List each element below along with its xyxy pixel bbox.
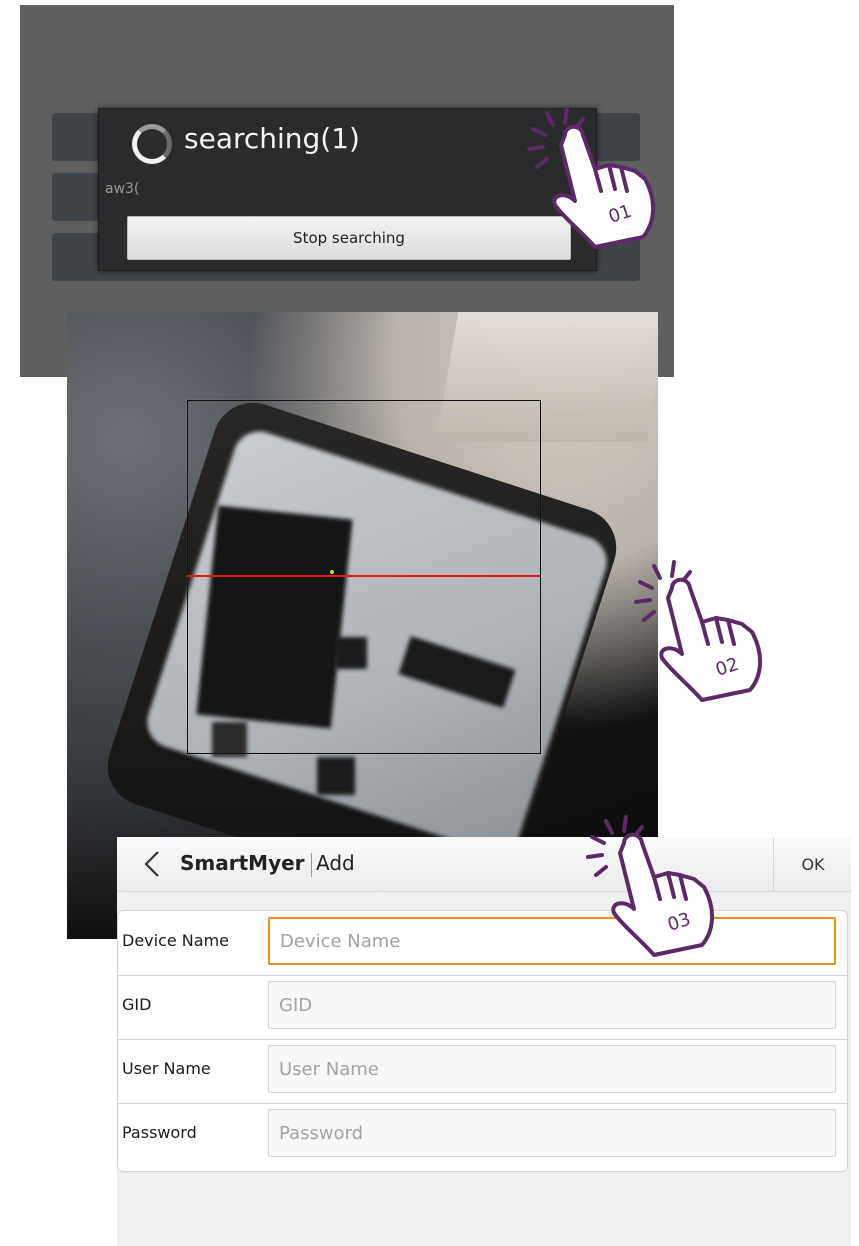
form-row-password: Password <box>118 1103 847 1167</box>
device-name-label: Device Name <box>122 931 230 950</box>
scan-line <box>187 575 540 577</box>
found-device-text: aw3( <box>105 181 140 197</box>
dialog-title: searching(1) <box>184 122 360 155</box>
device-name-input[interactable] <box>268 917 836 965</box>
qr-code-fragment <box>317 757 355 795</box>
device-form: Device Name GID User Name Password <box>117 910 848 1172</box>
add-device-screen: SmartMyer Add OK Device Name GID User Na… <box>117 837 851 1246</box>
focus-point <box>330 570 334 574</box>
form-row-device-name: Device Name <box>118 911 847 976</box>
tap-hand-icon: 03 <box>586 815 715 957</box>
form-row-gid: GID <box>118 975 847 1040</box>
title-divider <box>311 853 312 877</box>
ok-button[interactable]: OK <box>773 837 851 891</box>
app-brand: SmartMyer <box>180 851 305 875</box>
tap-hand-icon: 01 <box>527 107 656 249</box>
loading-spinner-icon <box>132 124 172 164</box>
user-name-input[interactable] <box>268 1045 836 1093</box>
stop-searching-button[interactable]: Stop searching <box>127 216 571 260</box>
top-bar: SmartMyer Add OK <box>117 837 851 892</box>
searching-dialog: searching(1) aw3( Stop searching <box>98 108 597 271</box>
back-button[interactable] <box>137 849 167 879</box>
gid-label: GID <box>122 995 152 1014</box>
tap-hand-icon: 02 <box>634 560 763 702</box>
chevron-left-icon <box>144 851 159 877</box>
scan-frame <box>187 400 541 754</box>
gid-input[interactable] <box>268 981 836 1029</box>
form-row-user-name: User Name <box>118 1039 847 1104</box>
password-label: Password <box>122 1123 197 1142</box>
page-title: Add <box>316 851 355 875</box>
password-input <box>268 1109 836 1157</box>
user-name-label: User Name <box>122 1059 211 1078</box>
